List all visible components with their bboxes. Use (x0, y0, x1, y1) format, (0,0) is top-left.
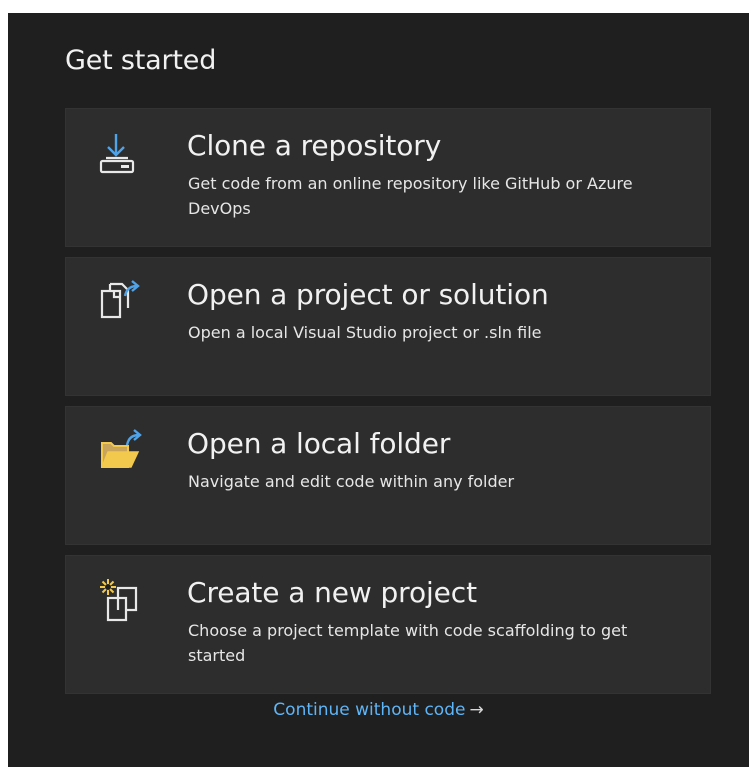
card-title: Create a new project (187, 576, 477, 609)
new-project-icon (98, 578, 146, 626)
get-started-panel: Get started Clone a repository Get code … (8, 13, 749, 767)
card-description: Choose a project template with code scaf… (188, 621, 628, 665)
open-folder-icon (98, 429, 146, 477)
create-new-project-button[interactable]: Create a new project Choose a project te… (65, 555, 711, 694)
card-title: Open a local folder (187, 427, 451, 460)
page-title: Get started (65, 45, 217, 76)
card-description: Navigate and edit code within any folder (188, 472, 515, 491)
continue-without-code-link[interactable]: Continue without code → (8, 698, 749, 722)
open-project-button[interactable]: Open a project or solution Open a local … (65, 257, 711, 396)
continue-label: Continue without code (273, 700, 466, 720)
clone-repository-button[interactable]: Clone a repository Get code from an onli… (65, 108, 711, 247)
clone-repository-icon (98, 131, 146, 179)
open-project-icon (98, 280, 146, 328)
arrow-right-icon: → (469, 700, 484, 720)
open-folder-button[interactable]: Open a local folder Navigate and edit co… (65, 406, 711, 545)
card-description: Get code from an online repository like … (188, 174, 633, 218)
card-description: Open a local Visual Studio project or .s… (188, 323, 542, 342)
card-title: Open a project or solution (187, 278, 549, 311)
card-title: Clone a repository (187, 129, 442, 162)
